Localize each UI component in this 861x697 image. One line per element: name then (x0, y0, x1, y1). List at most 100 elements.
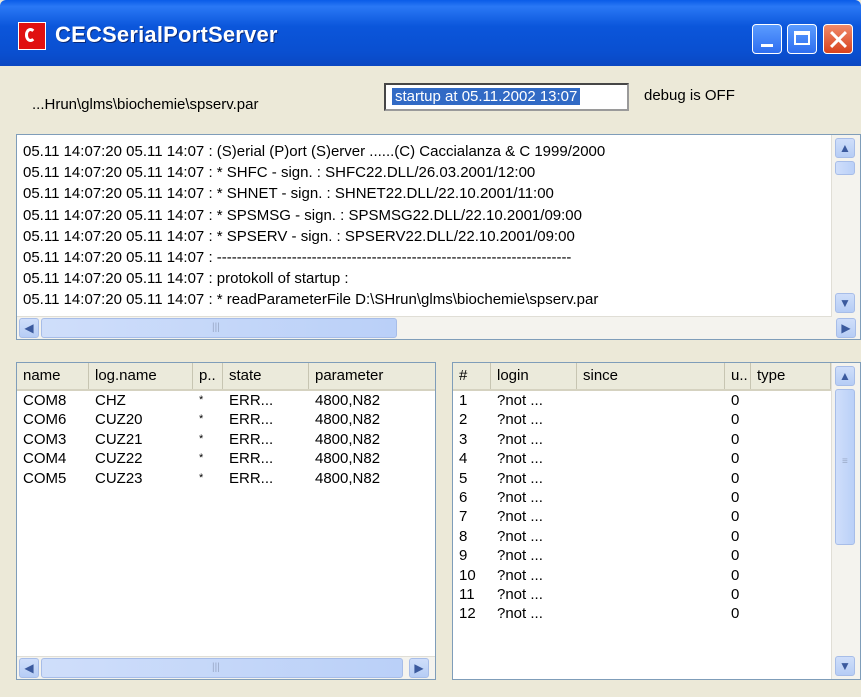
column-header[interactable]: log.name (89, 363, 193, 389)
sessions-rows: 1 ?not ... 0 2 ?not ... 0 3 ?not ... 0 4 ?not ... 0… (453, 391, 860, 624)
title-bar[interactable]: CECSerialPortServer (0, 0, 861, 66)
column-header[interactable]: p.. (193, 363, 223, 389)
table-cell: 0 (731, 450, 740, 468)
startup-field[interactable]: startup at 05.11.2002 13:07 (384, 83, 629, 111)
table-row[interactable]: COM5 CUZ23 * ERR... 4800,N82 (17, 469, 435, 488)
scroll-left-icon[interactable]: ◀ (19, 658, 39, 678)
table-cell: ?not ... (497, 411, 543, 429)
scroll-thumb[interactable]: ≡ (835, 389, 855, 545)
table-cell: * (199, 452, 204, 465)
window-title: CECSerialPortServer (55, 22, 278, 47)
scroll-down-icon[interactable]: ▼ (835, 656, 855, 676)
ports-horizontal-scrollbar[interactable]: ◀ ||| ▶ (17, 656, 435, 679)
splitter[interactable] (0, 346, 861, 360)
startup-text: startup at 05.11.2002 13:07 (392, 88, 581, 105)
table-row[interactable]: COM3 CUZ21 * ERR... 4800,N82 (17, 430, 435, 449)
table-cell: 10 (459, 566, 476, 584)
column-header[interactable]: type (751, 363, 831, 389)
table-cell: 0 (731, 547, 740, 565)
table-cell: 4800,N82 (315, 430, 381, 448)
table-cell: 0 (731, 430, 740, 448)
debug-status: debug is OFF (644, 87, 735, 104)
log-output[interactable]: 05.11 14:07:20 05.11 14:07 : (S)erial (P… (16, 134, 861, 340)
table-cell: ?not ... (497, 527, 543, 545)
maximize-button[interactable] (787, 24, 817, 54)
table-cell: CUZ21 (95, 430, 143, 448)
scroll-thumb[interactable]: ||| (41, 318, 397, 338)
table-cell: 12 (459, 605, 476, 623)
table-cell: ?not ... (497, 508, 543, 526)
table-cell: ?not ... (497, 547, 543, 565)
table-row[interactable]: COM4 CUZ22 * ERR... 4800,N82 (17, 449, 435, 468)
scroll-up-icon[interactable]: ▲ (835, 138, 855, 158)
ports-table[interactable]: name log.name p.. state parameter COM8 CH… (16, 362, 436, 680)
log-horizontal-scrollbar[interactable]: ◀ ||| (17, 316, 832, 339)
table-cell: 4800,N82 (315, 411, 381, 429)
table-cell: 3 (459, 430, 468, 448)
table-cell: ERR... (229, 450, 274, 468)
column-header[interactable]: since (577, 363, 725, 389)
table-cell: COM5 (23, 469, 67, 487)
table-cell: ?not ... (497, 469, 543, 487)
app-icon[interactable] (18, 22, 46, 50)
table-cell: 1 (459, 392, 468, 409)
table-cell: 8 (459, 527, 468, 545)
log-line: 05.11 14:07:20 05.11 14:07 : * SPSERV - … (23, 227, 575, 245)
scroll-down-icon[interactable]: ▼ (835, 293, 855, 313)
table-cell: CUZ23 (95, 469, 143, 487)
table-row[interactable]: COM8 CHZ * ERR... 4800,N82 (17, 391, 435, 410)
table-cell: 0 (731, 566, 740, 584)
table-row[interactable]: 4 ?not ... 0 (453, 449, 860, 468)
table-cell: 0 (731, 527, 740, 545)
log-line: 05.11 14:07:20 05.11 14:07 : -----------… (23, 249, 572, 267)
scroll-up-icon[interactable]: ▲ (835, 366, 855, 386)
column-header[interactable]: login (491, 363, 577, 389)
column-header[interactable]: state (223, 363, 309, 389)
table-cell: 4 (459, 450, 468, 468)
table-row[interactable]: 7 ?not ... 0 (453, 507, 860, 526)
table-cell: ERR... (229, 411, 274, 429)
scroll-thumb[interactable]: ||| (41, 658, 403, 678)
table-row[interactable]: 2 ?not ... 0 (453, 410, 860, 429)
log-lines: 05.11 14:07:20 05.11 14:07 : (S)erial (P… (23, 141, 830, 311)
table-row[interactable]: 3 ?not ... 0 (453, 430, 860, 449)
scroll-right-icon[interactable]: ▶ (409, 658, 429, 678)
column-header[interactable]: u.. (725, 363, 751, 389)
table-row[interactable]: 5 ?not ... 0 (453, 469, 860, 488)
table-row[interactable]: COM6 CUZ20 * ERR... 4800,N82 (17, 410, 435, 429)
scroll-left-icon[interactable]: ◀ (19, 318, 39, 338)
table-row[interactable]: 1 ?not ... 0 (453, 391, 860, 410)
table-cell: CUZ22 (95, 450, 143, 468)
sessions-table-header: # login since u.. type (453, 363, 860, 391)
sessions-table[interactable]: # login since u.. type 1 ?not ... 0 2 ?not .… (452, 362, 861, 680)
log-line: 05.11 14:07:20 05.11 14:07 : * SHFC - si… (23, 164, 536, 182)
column-header[interactable]: # (453, 363, 491, 389)
log-line: 05.11 14:07:20 05.11 14:07 : * readParam… (23, 291, 599, 309)
table-cell: CUZ20 (95, 411, 143, 429)
column-header[interactable]: parameter (309, 363, 435, 389)
table-cell: ?not ... (497, 585, 543, 603)
scroll-right-icon[interactable]: ▶ (836, 318, 856, 338)
log-line: 05.11 14:07:20 05.11 14:07 : protokoll o… (23, 270, 349, 288)
minimize-button[interactable] (752, 24, 782, 54)
table-cell: ?not ... (497, 605, 543, 623)
table-cell: 4800,N82 (315, 392, 381, 409)
table-cell: ?not ... (497, 392, 543, 409)
scroll-thumb[interactable] (835, 161, 855, 175)
table-row[interactable]: 11 ?not ... 0 (453, 585, 860, 604)
parameter-file-path: ...Hrun\glms\biochemie\spserv.par (32, 96, 259, 113)
table-cell: 4800,N82 (315, 450, 381, 468)
sessions-vertical-scrollbar[interactable]: ▲ ≡ ▼ (831, 363, 860, 679)
table-row[interactable]: 10 ?not ... 0 (453, 566, 860, 585)
column-header[interactable]: name (17, 363, 89, 389)
table-cell: 7 (459, 508, 468, 526)
close-button[interactable] (823, 24, 853, 54)
table-cell: 0 (731, 585, 740, 603)
table-row[interactable]: 12 ?not ... 0 (453, 604, 860, 623)
table-row[interactable]: 8 ?not ... 0 (453, 527, 860, 546)
table-cell: 2 (459, 411, 468, 429)
log-vertical-scrollbar[interactable]: ▲ ▼ (831, 135, 860, 339)
table-row[interactable]: 9 ?not ... 0 (453, 546, 860, 565)
table-row[interactable]: 6 ?not ... 0 (453, 488, 860, 507)
table-cell: * (199, 432, 204, 445)
